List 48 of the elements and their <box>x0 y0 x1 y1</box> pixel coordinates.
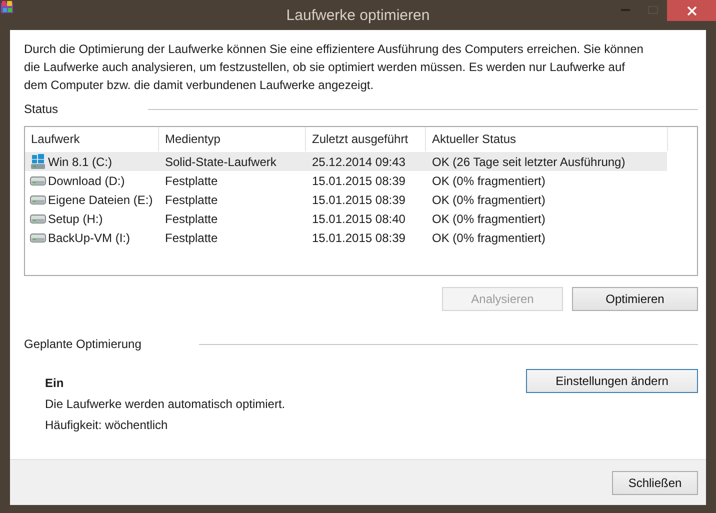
drive-row[interactable]: Setup (H:) Festplatte 15.01.2015 08:40 OK (0% fragmentiert) <box>25 209 667 228</box>
table-cell-text: 15.01.2015 08:39 <box>311 192 406 206</box>
drive-row[interactable]: Eigene Dateien (E:) Festplatte 15.01.2015 08:39 OK (0% fragmentiert) <box>25 190 667 209</box>
hard-drive-icon <box>30 194 46 204</box>
table-cell-text: Festplatte <box>164 230 219 244</box>
table-cell-text: OK (0% fragmentiert) <box>431 192 546 206</box>
schedule-description: Die Laufwerke werden automatisch optimiert. <box>45 396 286 413</box>
drive-name: BackUp-VM (I:) <box>48 230 130 244</box>
table-cell-text: Festplatte <box>164 174 219 188</box>
table-cell-text: 15.01.2015 08:39 <box>311 230 406 244</box>
minimize-icon <box>620 9 630 11</box>
close-dialog-button[interactable]: Schließen <box>612 470 698 494</box>
table-cell-text: OK (0% fragmentiert) <box>431 230 546 244</box>
column-header[interactable]: Aktueller Status <box>426 127 668 151</box>
close-icon <box>686 6 696 16</box>
description-text: Durch die Optimierung der Laufwerke können Sie eine effizientere Ausführung des Computers erreichen. Sie können die Laufwerke auch analysieren, um festzustellen, ob sie optimiert werden müssen. Es werden nur Laufwerke auf dem Computer bzw. die damit verbundenen Laufwerke angezeigt. <box>24 41 644 94</box>
hard-drive-icon <box>30 214 46 224</box>
column-header[interactable]: Laufwerk <box>25 127 159 151</box>
drive-name: Win 8.1 (C:) <box>48 154 112 168</box>
table-cell-text: 15.01.2015 08:40 <box>311 212 406 226</box>
drive-row[interactable]: BackUp-VM (I:) Festplatte 15.01.2015 08:39 OK (0% fragmentiert) <box>25 228 667 247</box>
column-header[interactable]: Zuletzt ausgeführt <box>306 127 426 151</box>
close-button[interactable] <box>667 0 716 21</box>
table-cell-text: Festplatte <box>164 192 219 206</box>
section-heading: Geplante Optimierung <box>24 337 142 351</box>
table-cell-text: OK (0% fragmentiert) <box>431 174 546 188</box>
table-cell-text: 15.01.2015 08:39 <box>311 174 406 188</box>
optimize-button[interactable]: Optimieren <box>572 287 698 311</box>
drive-name: Download (D:) <box>48 174 125 188</box>
table-cell-text: Solid-State-Laufwerk <box>164 154 278 168</box>
table-cell-text: 25.12.2014 09:43 <box>311 154 406 168</box>
hard-drive-icon <box>30 232 46 242</box>
schedule-state: Ein <box>45 375 65 392</box>
drive-name: Eigene Dateien (E:) <box>48 192 153 206</box>
schedule-frequency: Häufigkeit: wöchentlich <box>45 417 169 434</box>
column-header[interactable]: Medientyp <box>159 127 306 151</box>
hard-drive-icon <box>30 176 46 186</box>
drive-windows-logo-icon <box>30 154 46 170</box>
drive-name: Setup (H:) <box>48 212 103 226</box>
change-settings-button[interactable]: Einstellungen ändern <box>526 369 698 393</box>
section-heading: Status <box>24 102 58 116</box>
drive-row[interactable]: Download (D:) Festplatte 15.01.2015 08:39 OK (0% fragmentiert) <box>25 171 667 190</box>
table-cell-text: OK (26 Tage seit letzter Ausführung) <box>431 154 626 168</box>
table-cell-text: OK (0% fragmentiert) <box>431 212 546 226</box>
drive-row[interactable]: Win 8.1 (C:) Solid-State-Laufwerk 25.12.2014 09:43 OK (26 Tage seit letzter Ausführung) <box>25 152 667 171</box>
window-title: Laufwerke optimieren <box>286 7 430 24</box>
table-cell-text: Festplatte <box>164 212 219 226</box>
app-icon <box>0 0 14 14</box>
